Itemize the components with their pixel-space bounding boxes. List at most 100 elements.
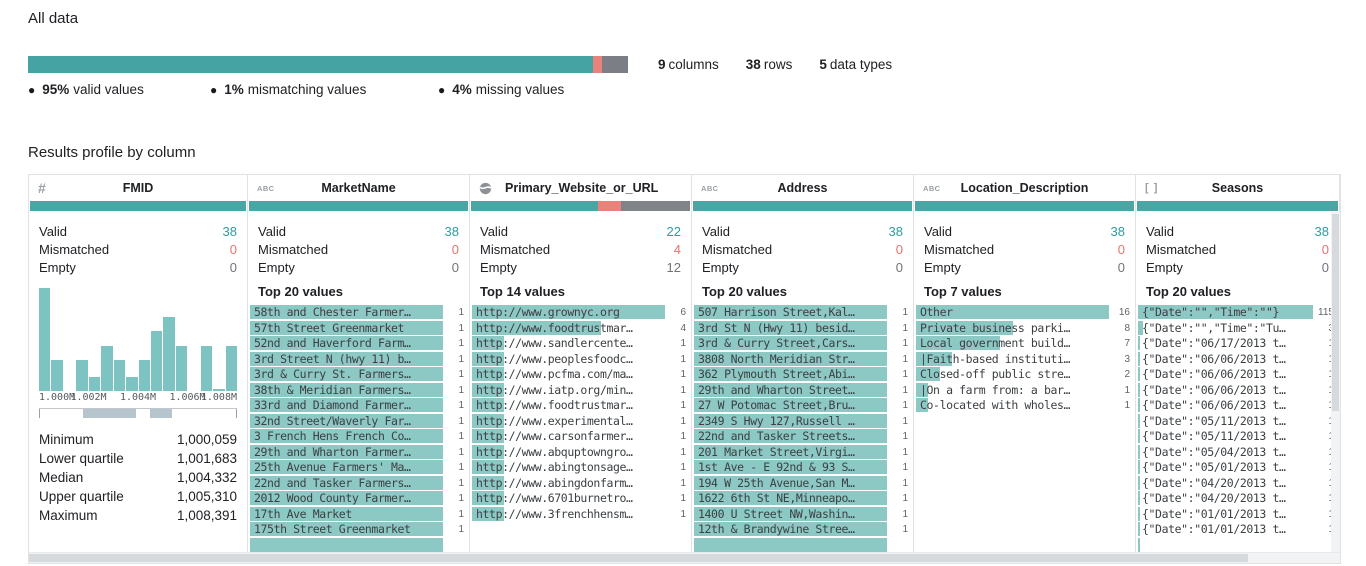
column-header-Seasons[interactable]: [ ] Seasons (1136, 175, 1339, 201)
value-row[interactable]: http://www.pcfma.com/ma… 1 (472, 367, 689, 381)
value-row[interactable]: 3rd & Curry Street,Cars… 1 (694, 336, 911, 350)
empty-segment[interactable] (620, 201, 690, 211)
value-row[interactable]: {"Date":"04/20/2013 t…1 (1138, 491, 1337, 505)
value-row[interactable]: {"Date":"05/01/2013 t…1 (1138, 460, 1337, 474)
value-row[interactable]: 3rd & Curry St. Farmers… 1 (250, 367, 467, 381)
value-row[interactable]: {"Date":"01/01/2013 t…1 (1138, 506, 1337, 521)
column-header-FMID[interactable]: # FMID (29, 175, 247, 201)
valid-segment[interactable] (915, 201, 1134, 211)
column-header-Primary_Website_or_URL[interactable]: Primary_Website_or_URL (470, 175, 691, 201)
column-header-Location_Description[interactable]: ABC Location_Description (914, 175, 1135, 201)
histogram-bar[interactable] (101, 345, 113, 391)
value-row[interactable]: 38th & Meridian Farmers… 1 (250, 382, 467, 397)
value-row[interactable]: 52nd and Haverford Farm… 1 (250, 336, 467, 350)
valid-segment[interactable] (471, 201, 598, 211)
valid-segment[interactable] (1137, 201, 1338, 211)
value-row[interactable]: 1st Ave - E 92nd & 93 S… 1 (694, 460, 911, 474)
value-row[interactable]: http://www.iatp.org/min… 1 (472, 382, 689, 397)
value-row[interactable]: {"Date":"01/01/2013 t…1 (1138, 522, 1337, 536)
value-row[interactable]: {"Date":"06/06/2013 t…1 (1138, 382, 1337, 397)
value-row[interactable]: 1400 U Street NW,Washin… 1 (694, 506, 911, 521)
value-row[interactable]: http://www.foodtrustmar… 4 (472, 320, 689, 335)
value-row[interactable]: 33rd and Diamond Farmer… 1 (250, 398, 467, 412)
value-row[interactable]: 29th and Wharton Street… 1 (694, 382, 911, 397)
brush-selection[interactable] (149, 409, 172, 418)
value-row[interactable]: 3808 North Meridian Str… 1 (694, 351, 911, 366)
value-row[interactable]: {"Date":"06/06/2013 t…1 (1138, 398, 1337, 412)
value-row[interactable]: 362 Plymouth Street,Abi… 1 (694, 367, 911, 381)
value-row[interactable]: http://www.abingtonsage… 1 (472, 460, 689, 474)
value-row[interactable]: 2349 S Hwy 127,Russell … 1 (694, 413, 911, 428)
value-row[interactable]: 32nd Street/Waverly Far… 1 (250, 413, 467, 428)
value-row[interactable]: 3 French Hens French Co… 1 (250, 429, 467, 443)
histogram-bar[interactable] (88, 376, 101, 391)
value-row[interactable] (250, 537, 467, 552)
valid-segment[interactable] (693, 201, 912, 211)
value-row[interactable]: 22nd and Tasker Streets… 1 (694, 429, 911, 443)
value-row[interactable]: |Faith-based instituti… 3 (916, 351, 1133, 366)
value-row[interactable]: 2012 Wood County Farmer… 1 (250, 491, 467, 505)
histogram-bar[interactable] (113, 360, 126, 391)
value-row[interactable]: 3rd Street N (hwy 11) b… 1 (250, 351, 467, 366)
value-row[interactable]: {"Date":"","Time":"Tu…3 (1138, 320, 1337, 335)
brush-selection[interactable] (82, 409, 136, 418)
value-row[interactable]: 201 Market Street,Virgi… 1 (694, 444, 911, 459)
value-row[interactable]: {"Date":"05/11/2013 t…1 (1138, 413, 1337, 428)
mismatch-segment[interactable] (597, 201, 621, 211)
value-row[interactable]: http://www.grownyc.org 6 (472, 305, 689, 319)
column-header-Address[interactable]: ABC Address (692, 175, 913, 201)
value-row[interactable]: {"Date":"","Time":""} 115 (1138, 305, 1337, 319)
value-row[interactable]: http://www.3frenchhensm… 1 (472, 506, 689, 521)
value-row[interactable]: http://www.sandlercente… 1 (472, 336, 689, 350)
vertical-scrollbar-thumb[interactable] (1332, 214, 1339, 412)
histogram-bar[interactable] (126, 376, 138, 391)
value-row[interactable]: 17th Ave Market 1 (250, 506, 467, 521)
histogram-bar[interactable] (39, 288, 51, 391)
value-row[interactable] (694, 537, 911, 552)
histogram-range-brush[interactable] (39, 408, 237, 419)
histogram-bar[interactable] (175, 345, 188, 391)
value-row[interactable]: Closed-off public stre… 2 (916, 367, 1133, 381)
fmid-histogram[interactable] (39, 288, 237, 391)
empty-segment[interactable] (602, 56, 628, 73)
valid-segment[interactable] (28, 56, 593, 73)
value-row[interactable]: http://www.carsonfarmer… 1 (472, 429, 689, 443)
value-row[interactable]: {"Date":"06/06/2013 t…1 (1138, 351, 1337, 366)
value-row[interactable]: 194 W 25th Avenue,San M… 1 (694, 475, 911, 490)
value-row[interactable]: http://www.abquptowngro… 1 (472, 444, 689, 459)
value-row[interactable]: {"Date":"05/11/2013 t…1 (1138, 429, 1337, 443)
value-row[interactable]: 12th & Brandywine Stree… 1 (694, 522, 911, 536)
value-row[interactable]: http://www.peoplesfoodc… 1 (472, 351, 689, 366)
value-row[interactable]: 29th and Wharton Farmer… 1 (250, 444, 467, 459)
value-row[interactable]: {"Date":"05/04/2013 t…1 (1138, 444, 1337, 459)
value-row[interactable]: {"Date":"04/20/2013 t…1 (1138, 475, 1337, 490)
value-row[interactable]: http://www.6701burnetro… 1 (472, 491, 689, 505)
value-row[interactable]: 57th Street Greenmarket 1 (250, 320, 467, 335)
histogram-bar[interactable] (138, 360, 150, 391)
histogram-bar[interactable] (213, 388, 225, 391)
value-row[interactable]: Co-located with wholes… 1 (916, 398, 1133, 412)
valid-segment[interactable] (249, 201, 468, 211)
value-row[interactable]: http://www.experimental… 1 (472, 413, 689, 428)
value-row[interactable]: {"Date":"06/06/2013 t…1 (1138, 367, 1337, 381)
histogram-bar[interactable] (200, 345, 213, 391)
value-row[interactable]: 27 W Potomac Street,Bru… 1 (694, 398, 911, 412)
value-row[interactable]: 22nd and Tasker Farmers… 1 (250, 475, 467, 490)
vertical-scrollbar[interactable] (1331, 212, 1340, 552)
histogram-bar[interactable] (150, 331, 163, 391)
value-row[interactable]: |On a farm from: a bar… 1 (916, 382, 1133, 397)
value-row[interactable]: 1622 6th St NE,Minneapo… 1 (694, 491, 911, 505)
histogram-bar[interactable] (51, 360, 63, 391)
value-row[interactable]: Other 16 (916, 305, 1133, 319)
value-row[interactable]: 3rd St N (Hwy 11) besid… 1 (694, 320, 911, 335)
value-row[interactable]: Local government build… 7 (916, 336, 1133, 350)
value-row[interactable]: {"Date":"06/17/2013 t…1 (1138, 336, 1337, 350)
mismatch-segment[interactable] (592, 56, 603, 73)
value-row[interactable]: 58th and Chester Farmer… 1 (250, 305, 467, 319)
value-row[interactable]: Private business parki… 8 (916, 320, 1133, 335)
value-row[interactable]: 175th Street Greenmarket 1 (250, 522, 467, 536)
value-row[interactable] (1138, 537, 1337, 552)
histogram-bar[interactable] (76, 360, 88, 391)
value-row[interactable]: 507 Harrison Street,Kal… 1 (694, 305, 911, 319)
value-row[interactable]: http://www.foodtrustmar… 1 (472, 398, 689, 412)
